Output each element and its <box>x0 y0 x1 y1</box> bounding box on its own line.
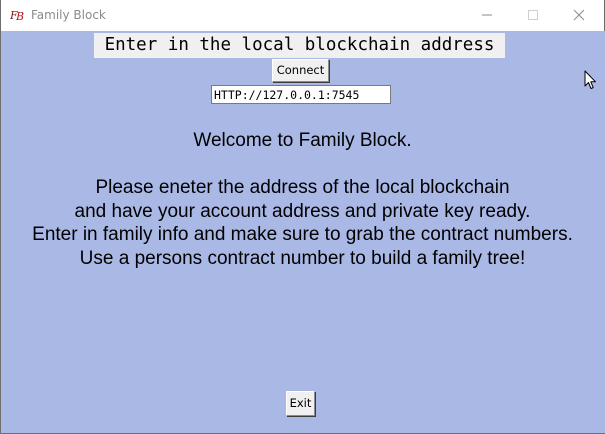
connect-button[interactable]: Connect <box>272 59 329 82</box>
close-button[interactable] <box>556 0 602 30</box>
message-line: Please eneter the address of the local b… <box>95 177 510 198</box>
svg-text:B: B <box>15 10 24 22</box>
fb-logo-icon: F B <box>10 9 24 22</box>
welcome-message: Welcome to Family Block. Please eneter t… <box>0 129 605 270</box>
minimize-button[interactable] <box>464 0 510 30</box>
message-line: and have your account address and privat… <box>74 200 531 222</box>
minimize-icon <box>482 14 492 16</box>
close-icon <box>573 9 585 21</box>
message-line: Use a persons contract number to build a… <box>79 247 526 269</box>
message-line <box>0 153 605 177</box>
mouse-cursor-icon <box>584 70 596 89</box>
message-line: Enter in family info and make sure to gr… <box>32 224 573 245</box>
address-prompt-label: Enter in the local blockchain address <box>94 33 505 58</box>
blockchain-address-input[interactable] <box>211 85 391 104</box>
maximize-button[interactable] <box>510 0 556 30</box>
window-title: Family Block <box>31 8 106 22</box>
exit-button[interactable]: Exit <box>286 391 315 416</box>
title-bar[interactable]: F B Family Block <box>0 0 605 31</box>
message-line: Welcome to Family Block. <box>193 130 412 151</box>
maximize-icon <box>528 10 538 20</box>
